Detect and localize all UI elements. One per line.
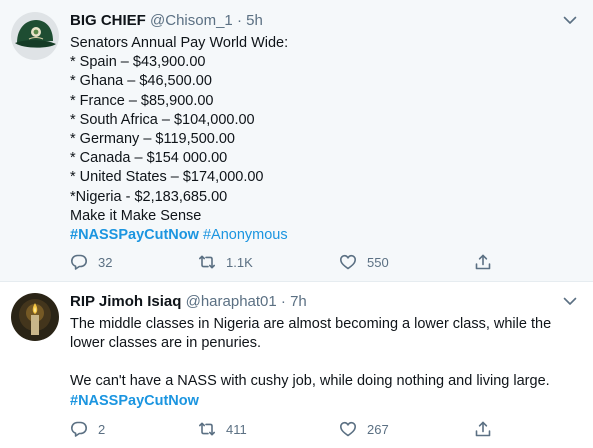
chevron-down-icon[interactable] <box>561 292 579 310</box>
separator-dot: · <box>280 293 286 310</box>
tweet-card[interactable]: RIP Jimoh Isiaq @haraphat01 · 7h The mid… <box>0 283 593 448</box>
chevron-down-icon[interactable] <box>561 11 579 29</box>
heart-icon <box>340 421 356 437</box>
separator-dot: · <box>236 12 242 29</box>
tweet-line: * South Africa – $104,000.00 <box>70 111 255 128</box>
retweet-icon <box>199 422 215 436</box>
hashtag-row: #NASSPayCutNow <box>70 392 580 411</box>
retweet-button[interactable]: 411 <box>198 419 247 439</box>
tweet-line: * Spain – $43,900.00 <box>70 54 206 71</box>
tweet-line: * France – $85,900.00 <box>70 92 214 109</box>
like-count: 550 <box>367 254 389 270</box>
share-icon <box>475 421 491 437</box>
hashtag-row: #NASSPayCutNow #Anonymous <box>70 226 580 245</box>
hashtag-link[interactable]: #NASSPayCutNow <box>70 393 199 409</box>
hashtag-link[interactable]: #NASSPayCutNow <box>70 227 199 243</box>
heart-icon <box>340 254 356 270</box>
tweet-card[interactable]: BIG CHIEF @Chisom_1 · 5h Senators Annual… <box>0 0 593 282</box>
tweet-timestamp[interactable]: 7h <box>290 293 307 310</box>
reply-icon <box>71 421 87 437</box>
like-button[interactable]: 550 <box>339 252 389 272</box>
tweet-line: *Nigeria - $2,183,685.00 <box>70 188 228 205</box>
like-button[interactable]: 267 <box>339 419 389 439</box>
retweet-count: 411 <box>226 421 247 437</box>
tweet-header: BIG CHIEF @Chisom_1 · 5h <box>70 11 263 31</box>
tweet-header: RIP Jimoh Isiaq @haraphat01 · 7h <box>70 292 307 312</box>
tweet-line: * Ghana – $46,500.00 <box>70 73 212 90</box>
tweet-text: The middle classes in Nigeria are almost… <box>70 315 580 411</box>
retweet-icon <box>199 255 215 269</box>
reply-button[interactable]: 2 <box>70 419 105 439</box>
tweet-line: Make it Make Sense <box>70 207 202 224</box>
share-button[interactable] <box>474 252 492 272</box>
hashtag-link[interactable]: #Anonymous <box>203 227 288 243</box>
avatar[interactable] <box>11 12 59 60</box>
tweet-line: * Canada – $154 000.00 <box>70 150 228 167</box>
reply-icon <box>71 254 87 270</box>
retweet-button[interactable]: 1.1K <box>198 252 253 272</box>
candle-icon <box>11 293 59 341</box>
user-handle[interactable]: @Chisom_1 <box>150 12 233 29</box>
tweet-text: Senators Annual Pay World Wide: * Spain … <box>70 34 580 245</box>
reply-count: 2 <box>98 421 106 437</box>
cap-icon <box>11 12 59 60</box>
display-name[interactable]: RIP Jimoh Isiaq <box>70 293 181 310</box>
share-icon <box>475 254 491 270</box>
retweet-count: 1.1K <box>226 254 253 270</box>
tweet-timestamp[interactable]: 5h <box>246 12 263 29</box>
reply-count: 32 <box>98 254 113 270</box>
tweet-paragraph: We can't have a NASS with cushy job, whi… <box>70 373 550 390</box>
share-button[interactable] <box>474 419 492 439</box>
tweet-line: Senators Annual Pay World Wide: <box>70 35 289 51</box>
tweet-paragraph: The middle classes in Nigeria are almost… <box>70 316 552 352</box>
user-handle[interactable]: @haraphat01 <box>186 293 277 310</box>
tweet-actions: 32 1.1K 550 <box>70 252 580 272</box>
tweet-line: * United States – $174,000.00 <box>70 169 264 186</box>
reply-button[interactable]: 32 <box>70 252 112 272</box>
tweet-actions: 2 411 267 <box>70 419 580 439</box>
like-count: 267 <box>367 421 389 437</box>
display-name[interactable]: BIG CHIEF <box>70 12 146 29</box>
tweet-line: * Germany – $119,500.00 <box>70 131 235 148</box>
avatar[interactable] <box>11 293 59 341</box>
